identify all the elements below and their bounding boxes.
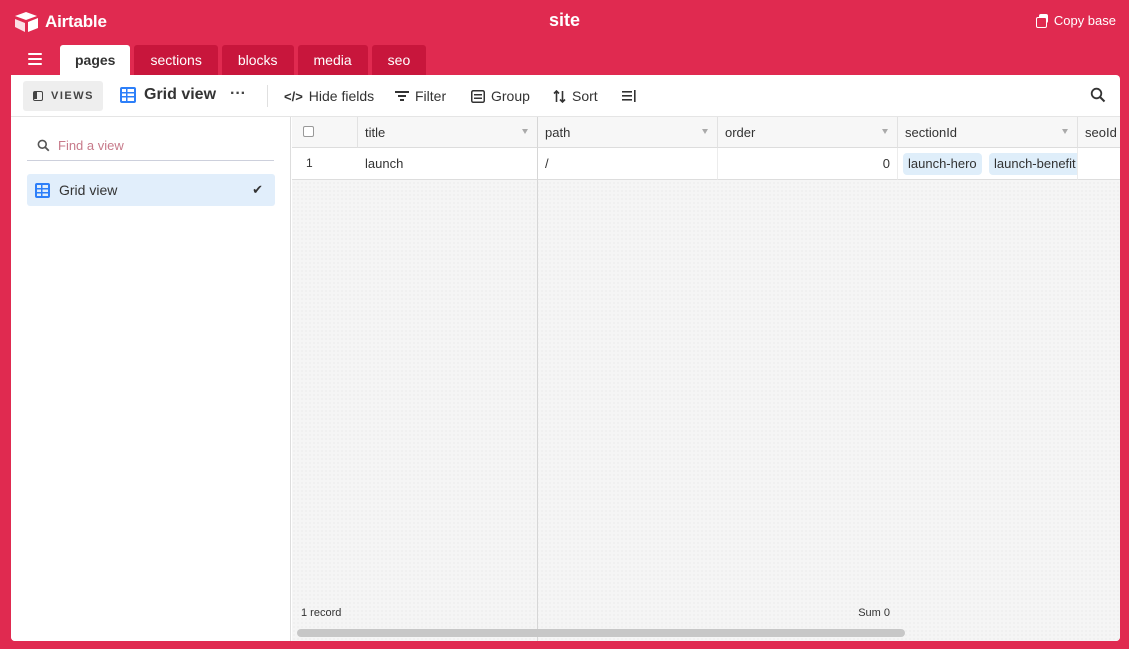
header-select-all [292, 117, 358, 148]
hamburger-menu-icon[interactable] [28, 53, 42, 65]
column-header-label: title [365, 125, 386, 140]
main-panel: VIEWS Grid view ··· </> Hide fields Filt… [11, 75, 1120, 641]
base-title[interactable]: site [549, 10, 580, 30]
linked-record-pill[interactable]: launch-hero [903, 153, 982, 175]
views-sidebar: Grid view ✔ [11, 117, 291, 641]
copy-base-label: Copy base [1053, 13, 1116, 28]
row-number: 1 [306, 156, 313, 170]
cell-order-value: 0 [882, 156, 890, 171]
filter-icon [395, 91, 409, 101]
row-number-cell[interactable]: 1 [292, 148, 358, 180]
cell-title-value: launch [365, 156, 404, 171]
current-view-button[interactable]: Grid view [120, 86, 216, 104]
cell-order[interactable]: 0 [718, 148, 898, 180]
column-header-label: path [545, 125, 571, 140]
sort-icon [553, 89, 566, 103]
sidebar-view-grid-view[interactable]: Grid view ✔ [27, 174, 275, 206]
filter-button[interactable]: Filter [395, 87, 446, 105]
sidebar-view-label: Grid view [59, 182, 118, 198]
column-header-label: order [725, 125, 756, 140]
tab-blocks[interactable]: blocks [221, 45, 294, 75]
column-menu-arrow-icon[interactable] [1062, 129, 1068, 134]
data-grid: title path order sectionId seoId 1 launc… [292, 117, 1120, 641]
horizontal-scrollbar[interactable] [297, 629, 905, 637]
filter-label: Filter [415, 88, 447, 104]
cell-path-value: / [545, 156, 549, 171]
group-icon [471, 89, 485, 103]
table-tabs: pages sections blocks media seo [60, 45, 430, 75]
grid-view-icon [120, 87, 136, 103]
airtable-logo[interactable]: Airtable [14, 9, 107, 35]
eye-slash-icon: </> [284, 88, 303, 104]
sum-label: Sum 0 [858, 607, 890, 619]
cell-sectionid[interactable]: launch-hero launch-benefit [898, 148, 1078, 180]
tab-media[interactable]: media [297, 45, 368, 75]
column-menu-arrow-icon[interactable] [522, 129, 528, 134]
view-more-button[interactable]: ··· [230, 85, 246, 103]
linked-record-pill[interactable]: launch-benefit [989, 153, 1077, 175]
cell-title[interactable]: launch [358, 148, 538, 180]
sort-button[interactable]: Sort [553, 87, 598, 105]
current-view-label: Grid view [144, 86, 217, 103]
search-icon [37, 139, 50, 151]
top-bar: Airtable site Copy base [0, 0, 1129, 44]
hide-fields-button[interactable]: </> Hide fields [284, 87, 374, 105]
search-icon[interactable] [1090, 87, 1106, 103]
table-tab-bar: pages sections blocks media seo [0, 44, 1129, 75]
column-menu-arrow-icon[interactable] [882, 129, 888, 134]
row-height-icon [622, 89, 636, 102]
column-header-seoid[interactable]: seoId [1078, 117, 1120, 148]
logo-text: Airtable [45, 12, 107, 31]
checkmark-icon: ✔ [252, 182, 263, 197]
column-header-order[interactable]: order [718, 117, 898, 148]
views-label: VIEWS [51, 90, 94, 102]
group-label: Group [491, 88, 530, 104]
view-toolbar: VIEWS Grid view ··· </> Hide fields Filt… [11, 75, 1120, 117]
column-header-path[interactable]: path [538, 117, 718, 148]
views-toggle-button[interactable]: VIEWS [23, 81, 103, 111]
airtable-logo-icon [15, 12, 38, 32]
sort-label: Sort [572, 88, 598, 104]
group-button[interactable]: Group [471, 87, 530, 105]
column-header-sectionid[interactable]: sectionId [898, 117, 1078, 148]
order-sum-summary[interactable]: Sum 0 [718, 607, 890, 624]
cell-path[interactable]: / [538, 148, 718, 180]
find-view-input[interactable] [58, 137, 258, 153]
hide-fields-label: Hide fields [308, 88, 375, 104]
cell-seoid[interactable] [1078, 148, 1120, 180]
column-header-label: seoId [1085, 125, 1117, 140]
row-height-button[interactable] [622, 87, 636, 105]
record-count: 1 record [301, 607, 342, 619]
select-all-checkbox[interactable] [303, 126, 314, 137]
copy-base-button[interactable]: Copy base [1035, 13, 1116, 28]
column-header-label: sectionId [905, 125, 958, 140]
copy-icon [1035, 14, 1049, 28]
column-menu-arrow-icon[interactable] [702, 129, 708, 134]
base-title-wrap: site [0, 10, 1129, 31]
column-header-title[interactable]: title [358, 117, 538, 148]
tab-pages[interactable]: pages [60, 45, 131, 75]
find-view-field [27, 130, 274, 161]
grid-primary-pane [292, 117, 538, 641]
tab-seo[interactable]: seo [371, 45, 427, 75]
toolbar-divider [267, 85, 268, 107]
grid-view-icon [35, 182, 50, 198]
tab-sections[interactable]: sections [134, 45, 218, 75]
sidebar-toggle-icon [33, 91, 43, 101]
